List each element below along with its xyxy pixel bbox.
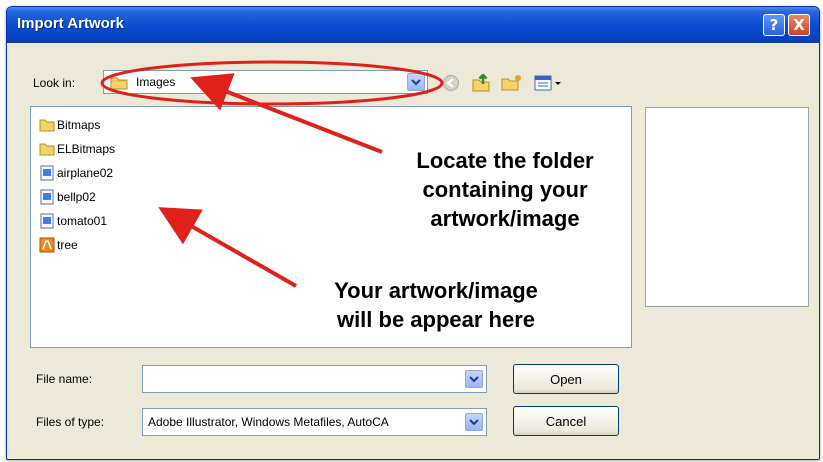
image-file-icon — [40, 189, 54, 205]
chevron-down-icon[interactable] — [465, 370, 483, 388]
list-item[interactable]: bellp02 — [39, 188, 96, 206]
up-folder-icon[interactable] — [471, 73, 491, 97]
look-in-dropdown[interactable]: Images — [103, 70, 428, 94]
image-file-icon — [40, 213, 54, 229]
file-name: ELBitmaps — [57, 142, 116, 156]
title-bar[interactable]: Import Artwork ? X — [7, 7, 819, 43]
open-button[interactable]: Open — [513, 364, 619, 394]
annotation-line: artwork/image — [430, 206, 580, 231]
list-item[interactable]: airplane02 — [39, 164, 113, 182]
chevron-down-icon[interactable] — [465, 413, 483, 431]
view-menu-icon[interactable] — [533, 74, 563, 97]
list-item[interactable]: tomato01 — [39, 212, 107, 230]
illustrator-file-icon — [39, 237, 55, 253]
file-name-combobox[interactable] — [142, 365, 487, 393]
list-item[interactable]: tree — [39, 236, 78, 254]
new-folder-icon[interactable] — [501, 74, 523, 97]
chevron-down-icon[interactable] — [407, 73, 425, 91]
file-name-input[interactable] — [145, 369, 459, 389]
file-type-dropdown[interactable]: Adobe Illustrator, Windows Metafiles, Au… — [142, 408, 487, 436]
file-name: Bitmaps — [57, 118, 101, 132]
file-type-value: Adobe Illustrator, Windows Metafiles, Au… — [148, 415, 389, 429]
file-name: tree — [57, 238, 78, 252]
cancel-button[interactable]: Cancel — [513, 406, 619, 436]
folder-icon — [39, 119, 55, 132]
close-button[interactable]: X — [788, 14, 810, 36]
file-name: bellp02 — [57, 190, 96, 204]
list-annotation: Your artwork/image will be appear here — [286, 276, 586, 334]
look-in-value: Images — [136, 75, 176, 89]
image-file-icon — [40, 165, 54, 181]
folder-icon — [39, 143, 55, 156]
file-name-label: File name: — [36, 372, 93, 386]
list-item[interactable]: ELBitmaps — [39, 140, 115, 158]
file-name: tomato01 — [57, 214, 108, 228]
list-item[interactable]: Bitmaps — [39, 116, 100, 134]
file-name: airplane02 — [57, 166, 114, 180]
preview-pane — [645, 107, 809, 307]
folder-icon — [110, 76, 128, 95]
file-type-label: Files of type: — [36, 415, 105, 429]
annotation-line: Locate the folder — [416, 148, 594, 173]
annotation-line: Your artwork/image — [334, 278, 538, 303]
look-in-label: Look in: — [33, 76, 76, 90]
back-icon[interactable] — [442, 74, 460, 97]
annotation-line: containing your — [422, 177, 588, 202]
dialog-title: Import Artwork — [17, 15, 124, 32]
help-button[interactable]: ? — [763, 14, 785, 36]
annotation-line: will be appear here — [336, 307, 536, 332]
folder-annotation: Locate the folder containing your artwor… — [370, 146, 640, 233]
